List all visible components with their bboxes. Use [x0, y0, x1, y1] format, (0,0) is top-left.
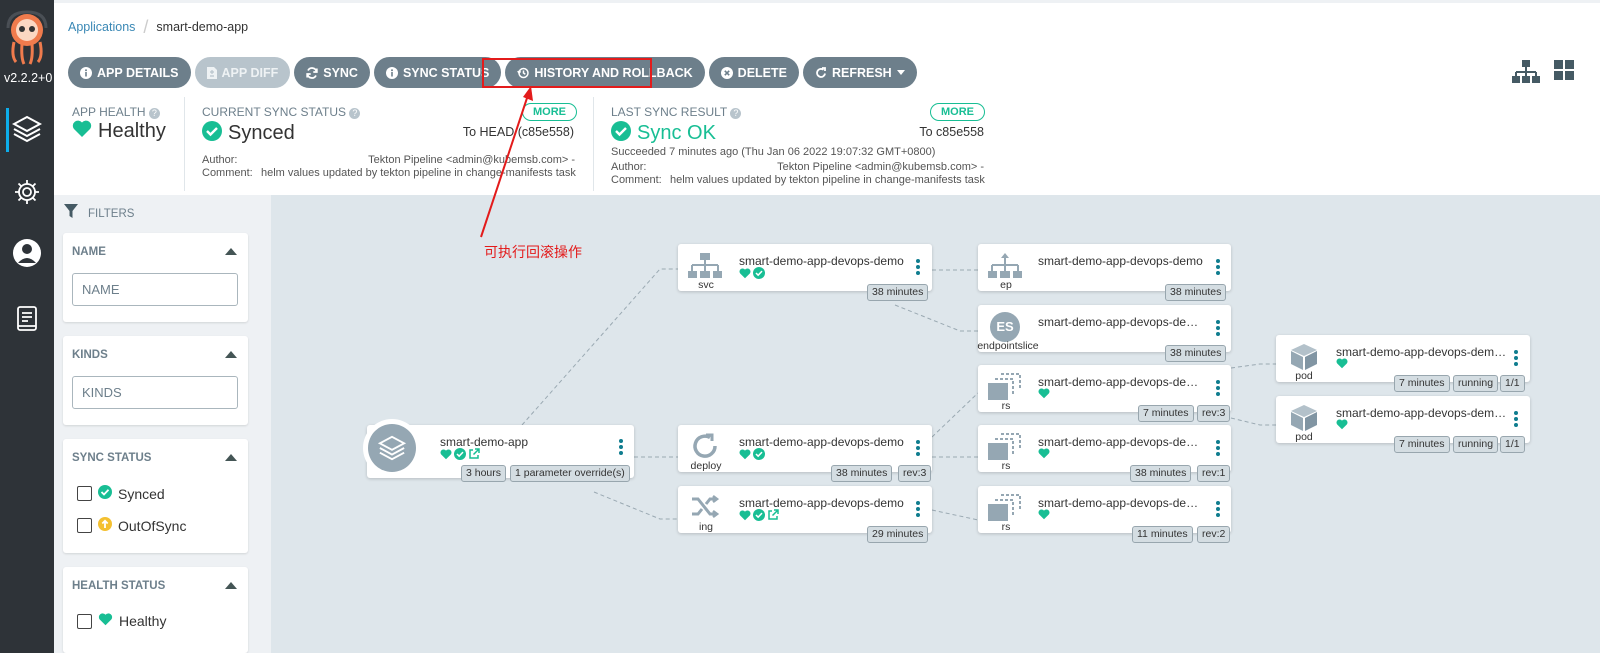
heart-icon [1038, 509, 1050, 520]
graph-node-ing[interactable]: ing smart-demo-app-devops-demo 29 minute… [678, 486, 932, 543]
node-tag: 1/1 [1500, 375, 1525, 392]
heart-icon [739, 509, 751, 520]
node-tag: rev:3 [898, 465, 932, 482]
check-circle-icon [753, 267, 765, 279]
node-tag: 7 minutes [1394, 436, 1450, 453]
node-title: smart-demo-app-devops-demo... [1038, 496, 1208, 510]
node-menu-icon[interactable] [1514, 411, 1518, 429]
node-tag: 38 minutes [1165, 345, 1227, 362]
node-menu-icon[interactable] [1216, 380, 1220, 398]
node-status-icons [440, 448, 480, 460]
heart-icon [739, 267, 751, 278]
node-title: smart-demo-app-devops-demo [1038, 254, 1203, 268]
heart-icon [440, 448, 452, 459]
node-menu-icon[interactable] [916, 259, 920, 277]
graph-node-endpointslice[interactable]: ES endpointslice smart-demo-app-devops-d… [977, 305, 1231, 362]
node-title: smart-demo-app [440, 435, 529, 449]
heart-icon [739, 448, 751, 459]
heart-icon [1038, 448, 1050, 459]
node-tag: 3 hours [461, 465, 507, 482]
node-title: smart-demo-app-devops-demo... [1038, 435, 1208, 449]
external-link-icon [768, 509, 779, 520]
node-menu-icon[interactable] [916, 501, 920, 519]
node-tag: 38 minutes [1165, 284, 1227, 301]
node-menu-icon[interactable] [1216, 501, 1220, 519]
node-title: smart-demo-app-devops-demo... [1336, 406, 1508, 420]
node-menu-icon[interactable] [1216, 259, 1220, 277]
graph-node-pod-1[interactable]: pod smart-demo-app-devops-demo... 7 minu… [1276, 335, 1530, 392]
node-tag: running [1453, 375, 1499, 392]
annotation-text: 可执行回滚操作 [484, 244, 582, 260]
check-circle-icon [753, 448, 765, 460]
graph-edges [521, 268, 1276, 521]
node-status-icons [739, 448, 765, 460]
graph-node-pod-2[interactable]: pod smart-demo-app-devops-demo... 7 minu… [1276, 396, 1530, 453]
graph-node-ep[interactable]: ep smart-demo-app-devops-demo 38 minutes [978, 244, 1231, 301]
node-kind: ep [1000, 279, 1012, 291]
node-title: smart-demo-app-devops-demo [739, 254, 904, 268]
node-title: smart-demo-app-devops-demo... [1038, 315, 1208, 329]
node-tag: rev:2 [1197, 526, 1231, 543]
node-kind: deploy [690, 460, 722, 472]
node-tag: 11 minutes [1132, 526, 1193, 543]
graph-node-rs-rev2[interactable]: rs smart-demo-app-devops-demo... 11 minu… [978, 486, 1231, 543]
node-title: smart-demo-app-devops-demo... [1336, 345, 1508, 359]
node-title: smart-demo-app-devops-demo [739, 435, 904, 449]
heart-icon [1336, 419, 1348, 430]
node-tag: rev:3 [1197, 405, 1231, 422]
node-status-icons [739, 509, 779, 521]
node-kind: ing [698, 521, 713, 533]
application-layers-icon [368, 424, 416, 472]
node-tag: 29 minutes [867, 526, 929, 543]
node-tag: 38 minutes [867, 284, 929, 301]
graph-node-application[interactable]: smart-demo-app 3 hours 1 parameter overr… [363, 419, 634, 482]
node-menu-icon[interactable] [619, 439, 623, 457]
node-status-icons [1038, 388, 1050, 399]
endpointslice-es-icon: ES [990, 312, 1020, 342]
node-tag: 1 parameter override(s) [510, 465, 630, 482]
node-title: smart-demo-app-devops-demo... [1038, 375, 1208, 389]
node-kind: svc [698, 279, 714, 291]
check-circle-icon [753, 509, 765, 521]
node-status-icons [1038, 509, 1050, 520]
node-kind: pod [1295, 431, 1313, 443]
node-status-icons [1336, 419, 1348, 430]
node-menu-icon[interactable] [1216, 440, 1220, 458]
node-tag: rev:1 [1197, 465, 1231, 482]
graph-node-svc[interactable]: svc smart-demo-app-devops-demo 38 minute… [678, 244, 932, 301]
node-tag: 7 minutes [1394, 375, 1450, 392]
heart-icon [1336, 358, 1348, 369]
node-kind: endpointslice [977, 340, 1039, 352]
graph-node-deploy[interactable]: deploy smart-demo-app-devops-demo 38 min… [678, 425, 932, 482]
heart-icon [1038, 388, 1050, 399]
external-link-icon [469, 448, 480, 459]
node-kind: pod [1295, 370, 1313, 382]
node-status-icons [739, 267, 765, 279]
check-circle-icon [454, 448, 466, 460]
node-title: smart-demo-app-devops-demo [739, 496, 904, 510]
node-kind: rs [1001, 521, 1011, 533]
node-kind: rs [1001, 400, 1011, 412]
node-tag: 7 minutes [1138, 405, 1194, 422]
node-tag: running [1453, 436, 1499, 453]
node-tag: 1/1 [1500, 436, 1525, 453]
node-kind: rs [1001, 460, 1011, 472]
graph-node-rs-rev3[interactable]: rs smart-demo-app-devops-demo... 7 minut… [978, 365, 1231, 422]
node-status-icons [1336, 358, 1348, 369]
node-tag: 38 minutes [1130, 465, 1192, 482]
node-tag: 38 minutes [831, 465, 893, 482]
node-menu-icon[interactable] [1514, 350, 1518, 368]
node-menu-icon[interactable] [916, 440, 920, 458]
node-status-icons [1038, 448, 1050, 459]
node-menu-icon[interactable] [1216, 320, 1220, 338]
graph-node-rs-rev1[interactable]: rs smart-demo-app-devops-demo... 38 minu… [978, 425, 1231, 482]
